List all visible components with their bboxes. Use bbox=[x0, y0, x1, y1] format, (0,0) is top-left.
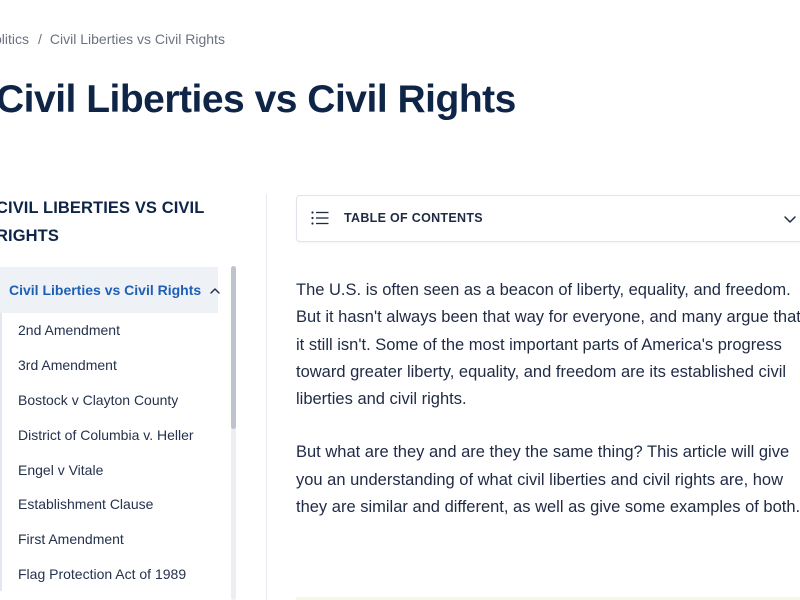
page-title: Civil Liberties vs Civil Rights bbox=[0, 78, 516, 121]
article-p2-line-2: you an understanding of what civil liber… bbox=[296, 470, 784, 489]
article-paragraph-1: The U.S. is often seen as a beacon of li… bbox=[296, 277, 800, 413]
article-p1-line-4: toward greater liberty, equality, and fr… bbox=[296, 362, 787, 381]
article-p1-line-3: it still isn't. Some of the most importa… bbox=[296, 335, 782, 354]
breadcrumb-current: Civil Liberties vs Civil Rights bbox=[49, 31, 225, 47]
sidebar-list: 2nd Amendment 3rd Amendment Bostock v Cl… bbox=[0, 313, 220, 592]
article-p1-line-2: But it hasn't always been that way for e… bbox=[296, 308, 800, 327]
column-divider bbox=[266, 194, 267, 600]
article-p1-line-5: liberties and civil rights. bbox=[296, 390, 467, 409]
article-paragraph-2: But what are they and are they the same … bbox=[296, 439, 800, 521]
article-p2-line-3: they are similar and different, as well … bbox=[296, 498, 800, 517]
sidebar-item-first-amendment[interactable]: First Amendment bbox=[2, 522, 220, 557]
toc-label: TABLE OF CONTENTS bbox=[344, 211, 483, 225]
sidebar-item-active[interactable]: Civil Liberties vs Civil Rights bbox=[0, 267, 220, 313]
sidebar-item-2nd-amendment[interactable]: 2nd Amendment bbox=[2, 313, 220, 348]
list-icon bbox=[311, 211, 329, 225]
breadcrumb-separator: / bbox=[38, 31, 42, 47]
article-p2-line-1: But what are they and are they the same … bbox=[296, 443, 790, 462]
sidebar-scrollbar-thumb[interactable] bbox=[231, 266, 236, 429]
sidebar-scrollbar[interactable] bbox=[231, 266, 236, 600]
breadcrumb: olitics / Civil Liberties vs Civil Rights bbox=[0, 31, 225, 47]
sidebar-item-active-label: Civil Liberties vs Civil Rights bbox=[9, 282, 202, 298]
sidebar-heading: CIVIL LIBERTIES VS CIVIL RIGHTS bbox=[0, 194, 216, 250]
sidebar-nav: CIVIL LIBERTIES VS CIVIL RIGHTS Civil Li… bbox=[0, 194, 240, 600]
chevron-down-icon[interactable] bbox=[783, 212, 797, 226]
sidebar-item-dc-v-heller[interactable]: District of Columbia v. Heller bbox=[2, 417, 220, 452]
table-of-contents-toggle[interactable]: TABLE OF CONTENTS bbox=[296, 195, 800, 242]
sidebar-item-establishment-clause[interactable]: Establishment Clause bbox=[2, 487, 220, 522]
sidebar-heading-line-2: RIGHTS bbox=[0, 227, 59, 245]
sidebar-item-engel-v-vitale[interactable]: Engel v Vitale bbox=[2, 452, 220, 487]
sidebar-item-flag-protection-act[interactable]: Flag Protection Act of 1989 bbox=[2, 557, 220, 592]
breadcrumb-parent-link[interactable]: olitics bbox=[0, 31, 29, 47]
sidebar-item-bostock[interactable]: Bostock v Clayton County bbox=[2, 383, 220, 418]
article-body: The U.S. is often seen as a beacon of li… bbox=[296, 277, 800, 547]
sidebar-heading-line-1: CIVIL LIBERTIES VS CIVIL bbox=[0, 199, 205, 217]
article-p1-line-1: The U.S. is often seen as a beacon of li… bbox=[296, 281, 791, 299]
sidebar-item-3rd-amendment[interactable]: 3rd Amendment bbox=[2, 348, 220, 383]
chevron-up-icon[interactable] bbox=[210, 284, 220, 296]
